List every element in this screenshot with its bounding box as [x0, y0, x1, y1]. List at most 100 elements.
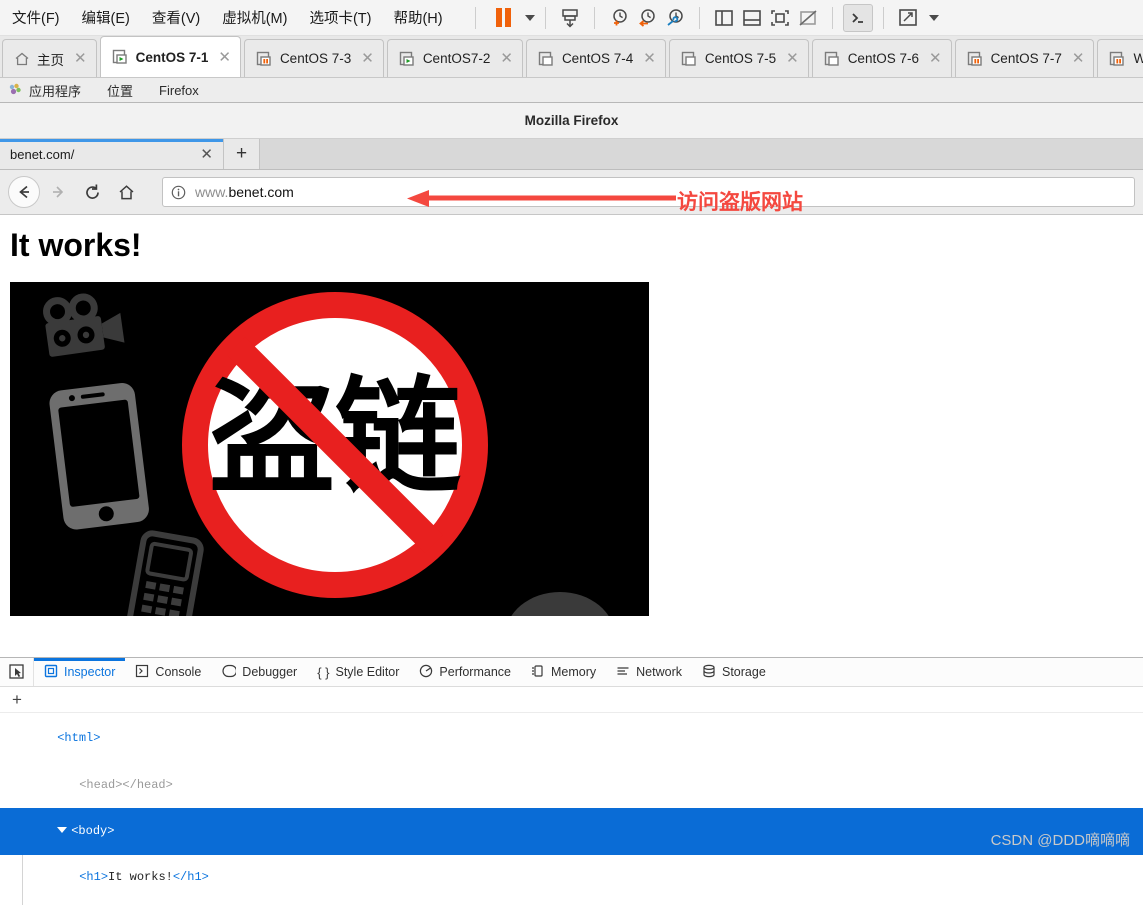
network-icon	[616, 664, 630, 681]
devtools-panel: Inspector Console Debugger { } Style Edi…	[0, 657, 1143, 905]
markup-line-img[interactable]: <img src="http://www.kgc.com/test/game.j…	[0, 900, 1143, 905]
close-icon[interactable]: ✕	[929, 51, 942, 66]
gnome-places-menu[interactable]: 位置	[107, 81, 133, 100]
vm-tab-label: CentOS 7-6	[847, 51, 919, 66]
browser-tab-benet[interactable]: benet.com/ ✕	[0, 139, 224, 169]
markup-line-html[interactable]: <html>	[0, 716, 1143, 762]
pause-icon[interactable]	[490, 4, 518, 32]
vm-tab-windows[interactable]: Wi	[1097, 39, 1143, 77]
vm-tab-label: CentOS 7-3	[279, 51, 352, 66]
firefox-navbar: www. benet.com	[0, 170, 1143, 215]
tab-network[interactable]: Network	[606, 658, 692, 686]
fullscreen-icon[interactable]	[766, 4, 794, 32]
vm-powered-off-icon	[538, 51, 555, 67]
devtools-toolbar: Inspector Console Debugger { } Style Edi…	[0, 658, 1143, 687]
tab-debugger[interactable]: Debugger	[211, 658, 307, 686]
url-bar[interactable]: www. benet.com	[162, 177, 1135, 207]
markup-text-node: It works!	[108, 870, 173, 885]
vm-tab-centos7-2[interactable]: CentOS7-2 ✕	[386, 39, 523, 77]
close-icon[interactable]: ✕	[218, 50, 231, 65]
snapshot-take-icon[interactable]	[556, 4, 584, 32]
snapshot-revert-icon[interactable]	[633, 4, 661, 32]
style-editor-icon: { }	[317, 664, 330, 680]
vm-tab-centos-7-7[interactable]: CentOS 7-7 ✕	[954, 39, 1095, 77]
snapshot-manager-icon[interactable]	[661, 4, 689, 32]
add-new-node-button[interactable]: +	[0, 687, 1143, 713]
vm-tab-label: 主页	[37, 52, 64, 68]
tab-console[interactable]: Console	[125, 658, 211, 686]
vm-tab-centos-7-6[interactable]: CentOS 7-6 ✕	[811, 39, 952, 77]
console-view-icon[interactable]	[842, 3, 873, 32]
gnome-firefox-menu[interactable]: Firefox	[159, 83, 199, 98]
close-icon[interactable]: ✕	[361, 51, 374, 66]
firefox-titlebar: Mozilla Firefox	[0, 103, 1143, 139]
inspector-icon	[44, 664, 58, 681]
markup-line-head[interactable]: <head></head>	[0, 762, 1143, 808]
firefox-tabbar: benet.com/ ✕ +	[0, 139, 1143, 170]
panel-bottom-icon[interactable]	[738, 4, 766, 32]
tab-label: Inspector	[64, 665, 116, 679]
info-circle-icon[interactable]	[171, 185, 186, 200]
page-title: It works!	[10, 227, 142, 263]
snapshot-add-icon[interactable]	[605, 4, 633, 32]
tab-memory[interactable]: Memory	[521, 658, 606, 686]
menu-tabs[interactable]: 选项卡(T)	[309, 7, 371, 28]
home-icon[interactable]	[110, 176, 142, 208]
forward-arrow-icon[interactable]	[42, 176, 74, 208]
markup-tag-close: </h1>	[172, 870, 209, 885]
url-host: benet.com	[228, 184, 294, 200]
tab-label: Storage	[721, 665, 766, 679]
tab-style-editor[interactable]: { } Style Editor	[307, 658, 409, 686]
back-arrow-icon[interactable]	[8, 176, 40, 208]
panel-sidebar-icon[interactable]	[710, 4, 738, 32]
vm-powered-off-icon	[681, 51, 698, 67]
vm-tab-centos-7-4[interactable]: CentOS 7-4 ✕	[525, 39, 666, 77]
markup-tag-open: <h1>	[79, 870, 109, 885]
pause-dropdown-caret[interactable]	[518, 4, 535, 32]
vm-tab-label: CentOS 7-1	[135, 49, 209, 65]
vm-tab-centos-7-1[interactable]: CentOS 7-1 ✕	[99, 36, 241, 77]
vm-tab-label: Wi	[1133, 51, 1143, 66]
vm-tab-home[interactable]: 主页 ✕	[2, 39, 97, 77]
stretch-view-icon[interactable]	[894, 4, 922, 32]
close-icon[interactable]: ✕	[74, 51, 87, 66]
close-icon[interactable]: ✕	[200, 145, 213, 163]
unity-mode-icon[interactable]	[794, 4, 822, 32]
tab-performance[interactable]: Performance	[409, 658, 521, 686]
close-icon[interactable]: ✕	[643, 51, 656, 66]
markup-tag: <head></head>	[79, 777, 173, 792]
menu-view[interactable]: 查看(V)	[152, 7, 200, 28]
markup-line-body[interactable]: <body>	[0, 808, 1143, 855]
vm-tab-label: CentOS7-2	[422, 51, 491, 66]
menu-edit[interactable]: 编辑(E)	[82, 7, 130, 28]
tab-label: Network	[636, 665, 682, 679]
menu-help[interactable]: 帮助(H)	[393, 7, 442, 28]
reload-icon[interactable]	[76, 176, 108, 208]
markup-line-h1[interactable]: <h1>It works!</h1>	[0, 854, 1143, 901]
close-icon[interactable]: ✕	[1072, 51, 1085, 66]
vm-running-icon	[112, 49, 129, 65]
menu-file[interactable]: 文件(F)	[12, 7, 60, 28]
vm-tab-centos-7-5[interactable]: CentOS 7-5 ✕	[668, 39, 809, 77]
vm-suspended-icon	[256, 51, 273, 67]
view-dropdown-caret[interactable]	[922, 4, 939, 32]
hotlink-blocked-image: 盗链	[10, 282, 649, 616]
vm-suspended-icon	[967, 51, 984, 67]
new-tab-button[interactable]: +	[224, 139, 260, 169]
tab-inspector[interactable]: Inspector	[34, 658, 126, 686]
close-icon[interactable]: ✕	[500, 51, 513, 66]
element-picker-icon[interactable]	[0, 658, 34, 686]
toolbar-divider	[882, 6, 884, 29]
close-icon[interactable]: ✕	[786, 51, 799, 66]
gnome-foot-icon	[8, 83, 22, 97]
tab-storage[interactable]: Storage	[692, 658, 776, 686]
vm-tab-centos-7-3[interactable]: CentOS 7-3 ✕	[243, 39, 384, 77]
expand-twisty-icon[interactable]	[57, 826, 68, 833]
menu-virtual-machine[interactable]: 虚拟机(M)	[222, 7, 287, 28]
browser-tab-label: benet.com/	[10, 146, 75, 162]
gnome-applications-menu[interactable]: 应用程序	[29, 81, 81, 100]
annotation-visit-pirate-site: 访问盗版网站	[677, 190, 803, 214]
tabbar-filler	[260, 139, 1143, 169]
url-scheme: www.	[195, 184, 229, 200]
tab-label: Console	[155, 665, 202, 679]
